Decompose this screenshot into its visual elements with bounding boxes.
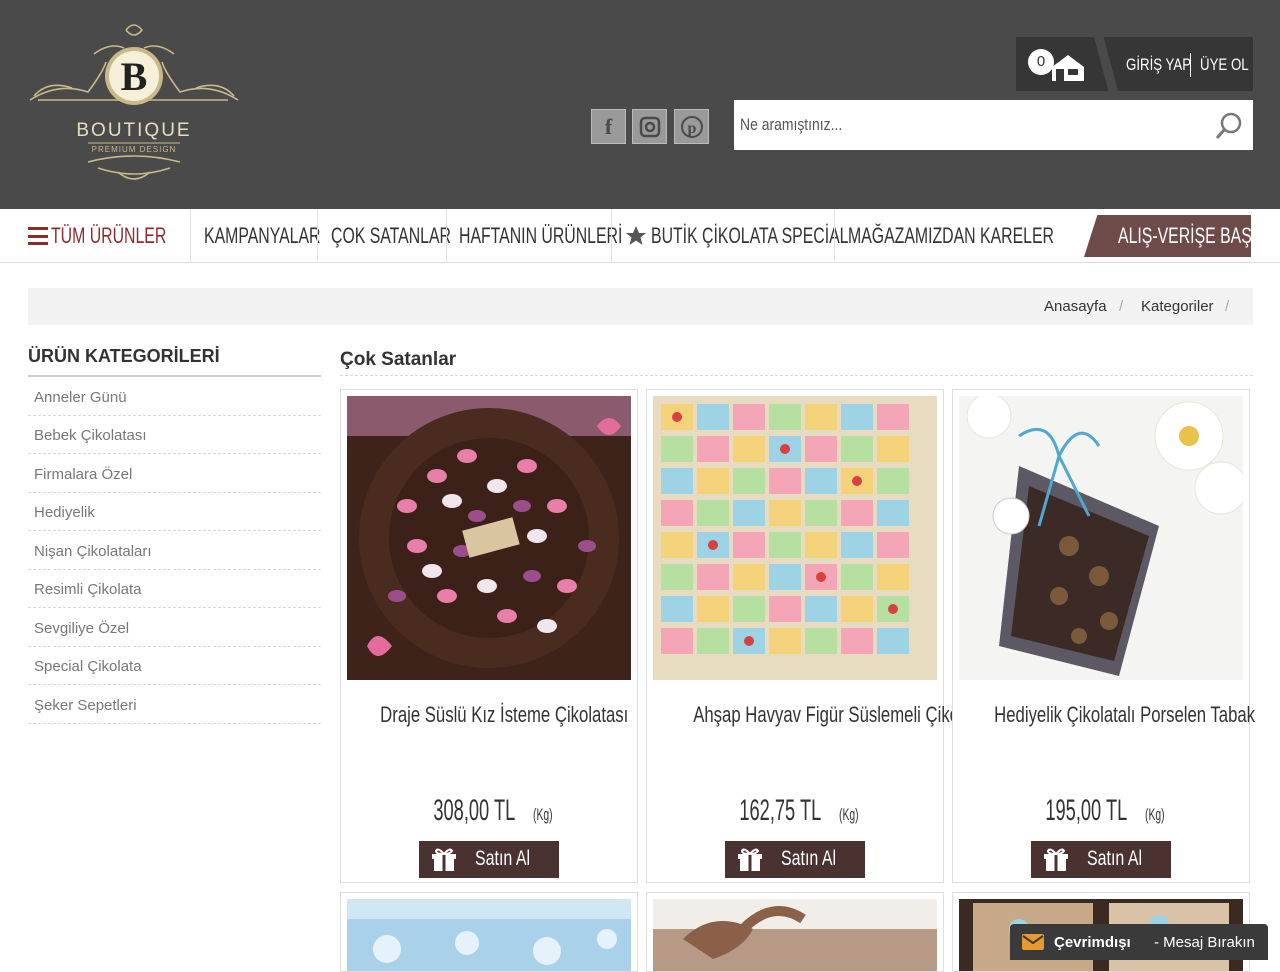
buy-button-label: Satın Al	[1087, 847, 1143, 870]
section-rule	[340, 375, 1253, 376]
account-divider	[1190, 53, 1191, 77]
sidebar-item-label: Hediyelik	[34, 504, 95, 521]
login-link[interactable]: GİRİŞ YAP	[1126, 55, 1191, 75]
product-price: 195,00 TL (Kg)	[1045, 794, 1165, 827]
search-input[interactable]	[740, 100, 1118, 150]
buy-button-label: Satın Al	[475, 847, 531, 870]
nav-divider	[446, 209, 447, 263]
product-card[interactable]: Ahşap Havyav Figür Süslemeli Çikolata 16…	[646, 389, 986, 883]
brand-logo[interactable]: B BOUTIQUE PREMIUM DESIGN	[28, 22, 240, 186]
sidebar-item-label: Special Çikolata	[34, 658, 142, 675]
product-photo-porcelain-plate	[959, 396, 1243, 680]
svg-text:B: B	[121, 54, 148, 99]
chat-status: Çevrimdışı	[1054, 934, 1131, 951]
pinterest-icon: p	[680, 115, 703, 138]
product-name[interactable]: Ahşap Havyav Figür Süslemeli Çikolata	[647, 702, 986, 728]
section-title: Çok Satanlar	[340, 349, 457, 370]
product-photo-ribbon-box	[653, 899, 937, 971]
breadcrumb: Anasayfa / Kategoriler /	[28, 288, 1253, 325]
buy-button[interactable]: Satın Al	[725, 841, 865, 878]
svg-text:PREMIUM DESIGN: PREMIUM DESIGN	[92, 145, 177, 154]
sidebar-item-label: Sevgiliye Özel	[34, 620, 130, 637]
search-icon[interactable]	[1214, 111, 1244, 141]
sidebar-rule	[28, 375, 321, 377]
product-image[interactable]	[653, 899, 937, 971]
sidebar-item-label: Nişan Çikolataları	[34, 543, 152, 560]
sidebar-item-special-chocolate[interactable]: Special Çikolata	[28, 647, 321, 685]
search-box	[734, 100, 1253, 150]
product-image[interactable]	[347, 396, 631, 680]
nav-divider	[611, 209, 612, 263]
breadcrumb-categories[interactable]: Kategoriler	[1141, 298, 1214, 315]
nav-best-sellers-label: ÇOK SATANLAR	[331, 223, 452, 248]
product-photo-blue-box	[347, 899, 631, 971]
menu-icon	[28, 227, 48, 245]
sidebar-item-for-lover[interactable]: Sevgiliye Özel	[28, 609, 321, 647]
product-card[interactable]	[340, 892, 638, 972]
nav-store-gallery-label: MAĞAZAMIZDAN KARELER	[848, 223, 1054, 248]
product-photo-figure-chocolate	[653, 396, 937, 680]
breadcrumb-home[interactable]: Anasayfa	[1044, 298, 1107, 315]
product-card[interactable]: Draje Süslü Kız İsteme Çikolatası 308,00…	[340, 389, 638, 883]
nav-all-products[interactable]: TÜM ÜRÜNLER	[28, 209, 211, 263]
sidebar-item-engagement[interactable]: Nişan Çikolataları	[28, 532, 321, 570]
chat-action: - Mesaj Bırakın	[1154, 934, 1255, 951]
sidebar-item-corporate[interactable]: Firmalara Özel	[28, 455, 321, 493]
sidebar-item-label: Anneler Günü	[34, 389, 127, 406]
start-shopping-button[interactable]: ALIŞ-VERİŞE BAŞLA	[1084, 215, 1251, 257]
live-chat-widget[interactable]: Çevrimdışı - Mesaj Bırakın	[1010, 924, 1268, 960]
product-image[interactable]	[959, 396, 1243, 680]
product-photo-dragee-chocolate	[347, 396, 631, 680]
nav-campaigns-label: KAMPANYALAR	[204, 223, 321, 248]
product-price: 308,00 TL (Kg)	[433, 794, 553, 827]
mail-icon	[1022, 934, 1044, 950]
nav-weekly-products-label: HAFTANIN ÜRÜNLERİ	[459, 223, 623, 248]
nav-divider	[834, 209, 835, 263]
product-name[interactable]: Draje Süslü Kız İsteme Çikolatası	[341, 702, 637, 728]
register-link[interactable]: ÜYE OL	[1200, 55, 1249, 75]
product-card[interactable]	[646, 892, 944, 972]
gift-icon	[432, 848, 456, 871]
facebook-link[interactable]: f	[591, 109, 626, 144]
breadcrumb-separator: /	[1225, 298, 1230, 315]
breadcrumb-separator: /	[1119, 298, 1124, 315]
sidebar-item-photo-chocolate[interactable]: Resimli Çikolata	[28, 570, 321, 608]
nav-divider	[190, 209, 191, 263]
shop-cart-icon[interactable]	[1046, 51, 1090, 85]
instagram-link[interactable]	[632, 109, 667, 144]
product-price: 162,75 TL (Kg)	[739, 794, 859, 827]
facebook-icon: f	[604, 113, 613, 139]
pinterest-link[interactable]: p	[674, 109, 709, 144]
sidebar-item-baby-chocolate[interactable]: Bebek Çikolatası	[28, 416, 321, 454]
sidebar-item-candy-baskets[interactable]: Şeker Sepetleri	[28, 686, 321, 724]
buy-button[interactable]: Satın Al	[419, 841, 559, 878]
sidebar-item-label: Bebek Çikolatası	[34, 427, 147, 444]
gift-icon	[1044, 848, 1068, 871]
account-separator	[1094, 37, 1118, 91]
nav-special-label: BUTİK ÇİKOLATA SPECİAL	[651, 223, 849, 248]
product-image[interactable]	[347, 899, 631, 971]
product-card[interactable]: Hediyelik Çikolatalı Porselen Tabak 195,…	[952, 389, 1255, 883]
nav-all-products-label: TÜM ÜRÜNLER	[51, 223, 167, 248]
gift-icon	[738, 848, 762, 871]
buy-button-label: Satın Al	[781, 847, 837, 870]
svg-text:BOUTIQUE: BOUTIQUE	[76, 120, 191, 141]
sidebar-item-mothers-day[interactable]: Anneler Günü	[28, 378, 321, 416]
star-icon	[626, 226, 646, 245]
svg-text:p: p	[687, 120, 696, 137]
sidebar-item-label: Şeker Sepetleri	[34, 697, 137, 714]
product-name[interactable]: Hediyelik Çikolatalı Porselen Tabak	[953, 702, 1255, 728]
sidebar-item-gifts[interactable]: Hediyelik	[28, 493, 321, 531]
sidebar-item-label: Resimli Çikolata	[34, 581, 142, 598]
sidebar-item-label: Firmalara Özel	[34, 466, 133, 483]
site-header: B BOUTIQUE PREMIUM DESIGN f p 0 GİRİŞ YA…	[0, 0, 1280, 209]
account-bar: 0 GİRİŞ YAP ÜYE OL	[1016, 37, 1253, 91]
nav-divider	[317, 209, 318, 263]
brand-emblem-icon: B BOUTIQUE PREMIUM DESIGN	[29, 24, 239, 180]
instagram-icon	[639, 116, 660, 137]
buy-button[interactable]: Satın Al	[1031, 841, 1171, 878]
product-image[interactable]	[653, 396, 937, 680]
sidebar-title: ÜRÜN KATEGORİLERİ	[28, 346, 220, 366]
start-shopping-label: ALIŞ-VERİŞE BAŞLA	[1118, 223, 1272, 248]
